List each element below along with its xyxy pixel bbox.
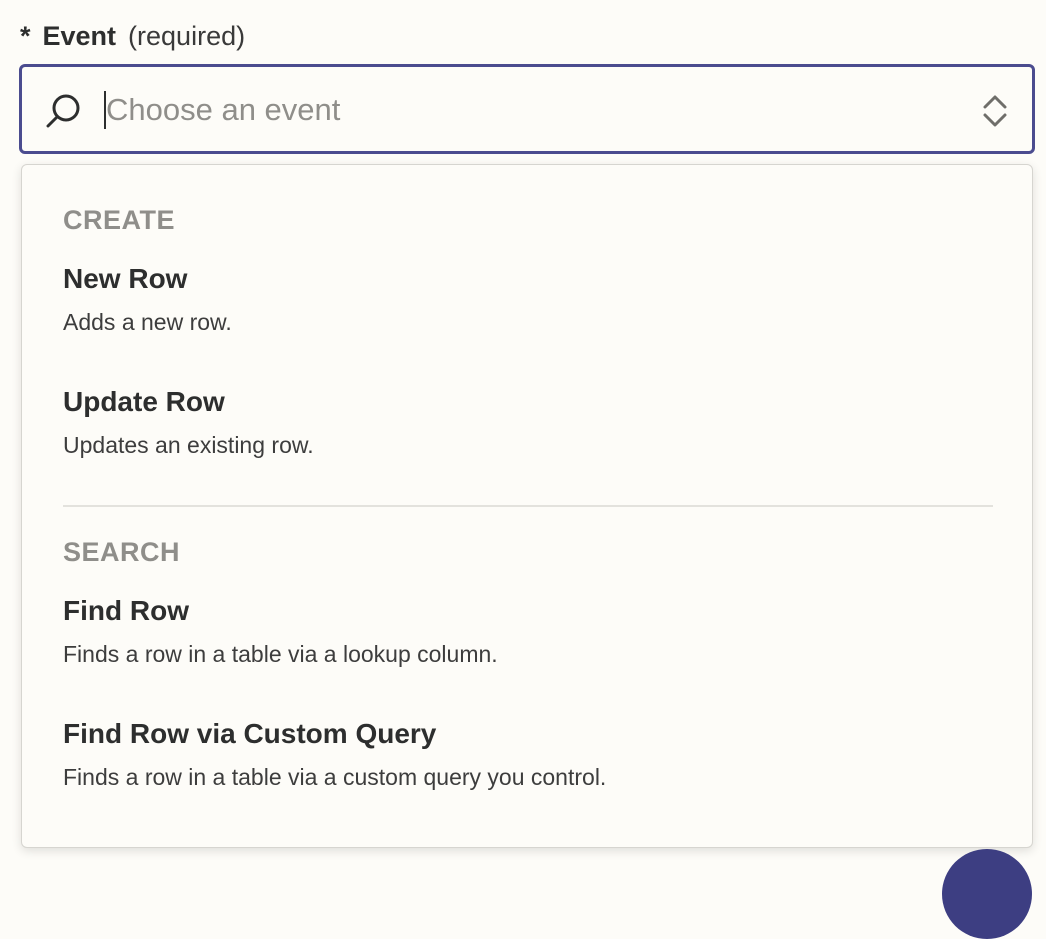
- required-asterisk: *: [20, 21, 31, 51]
- event-select[interactable]: [19, 64, 1035, 154]
- group-header-search: SEARCH: [63, 537, 181, 567]
- option-description: Updates an existing row.: [63, 432, 314, 458]
- option-title: Update Row: [63, 386, 225, 417]
- option-title: Find Row via Custom Query: [63, 718, 437, 749]
- chevron-up-down-icon[interactable]: [980, 91, 1010, 131]
- option-description: Adds a new row.: [63, 309, 232, 335]
- option-new-row[interactable]: New Row Adds a new row.: [22, 261, 1032, 371]
- required-indicator: (required): [128, 21, 246, 51]
- event-search-input[interactable]: [106, 85, 946, 135]
- option-find-row-custom-query[interactable]: Find Row via Custom Query Finds a row in…: [22, 716, 1032, 826]
- field-label-text: Event: [42, 21, 117, 51]
- group-header-create: CREATE: [63, 205, 176, 235]
- search-icon: [46, 94, 80, 128]
- option-title: Find Row: [63, 595, 189, 626]
- group-divider: [63, 505, 993, 507]
- event-dropdown-menu: CREATE New Row Adds a new row. Update Ro…: [21, 164, 1033, 848]
- option-find-row[interactable]: Find Row Finds a row in a table via a lo…: [22, 593, 1032, 703]
- option-description: Finds a row in a table via a custom quer…: [63, 764, 607, 790]
- option-description: Finds a row in a table via a lookup colu…: [63, 641, 498, 667]
- field-label: * Event (required): [20, 16, 245, 56]
- option-update-row[interactable]: Update Row Updates an existing row.: [22, 384, 1032, 494]
- option-title: New Row: [63, 263, 188, 294]
- floating-action-button[interactable]: [942, 849, 1032, 939]
